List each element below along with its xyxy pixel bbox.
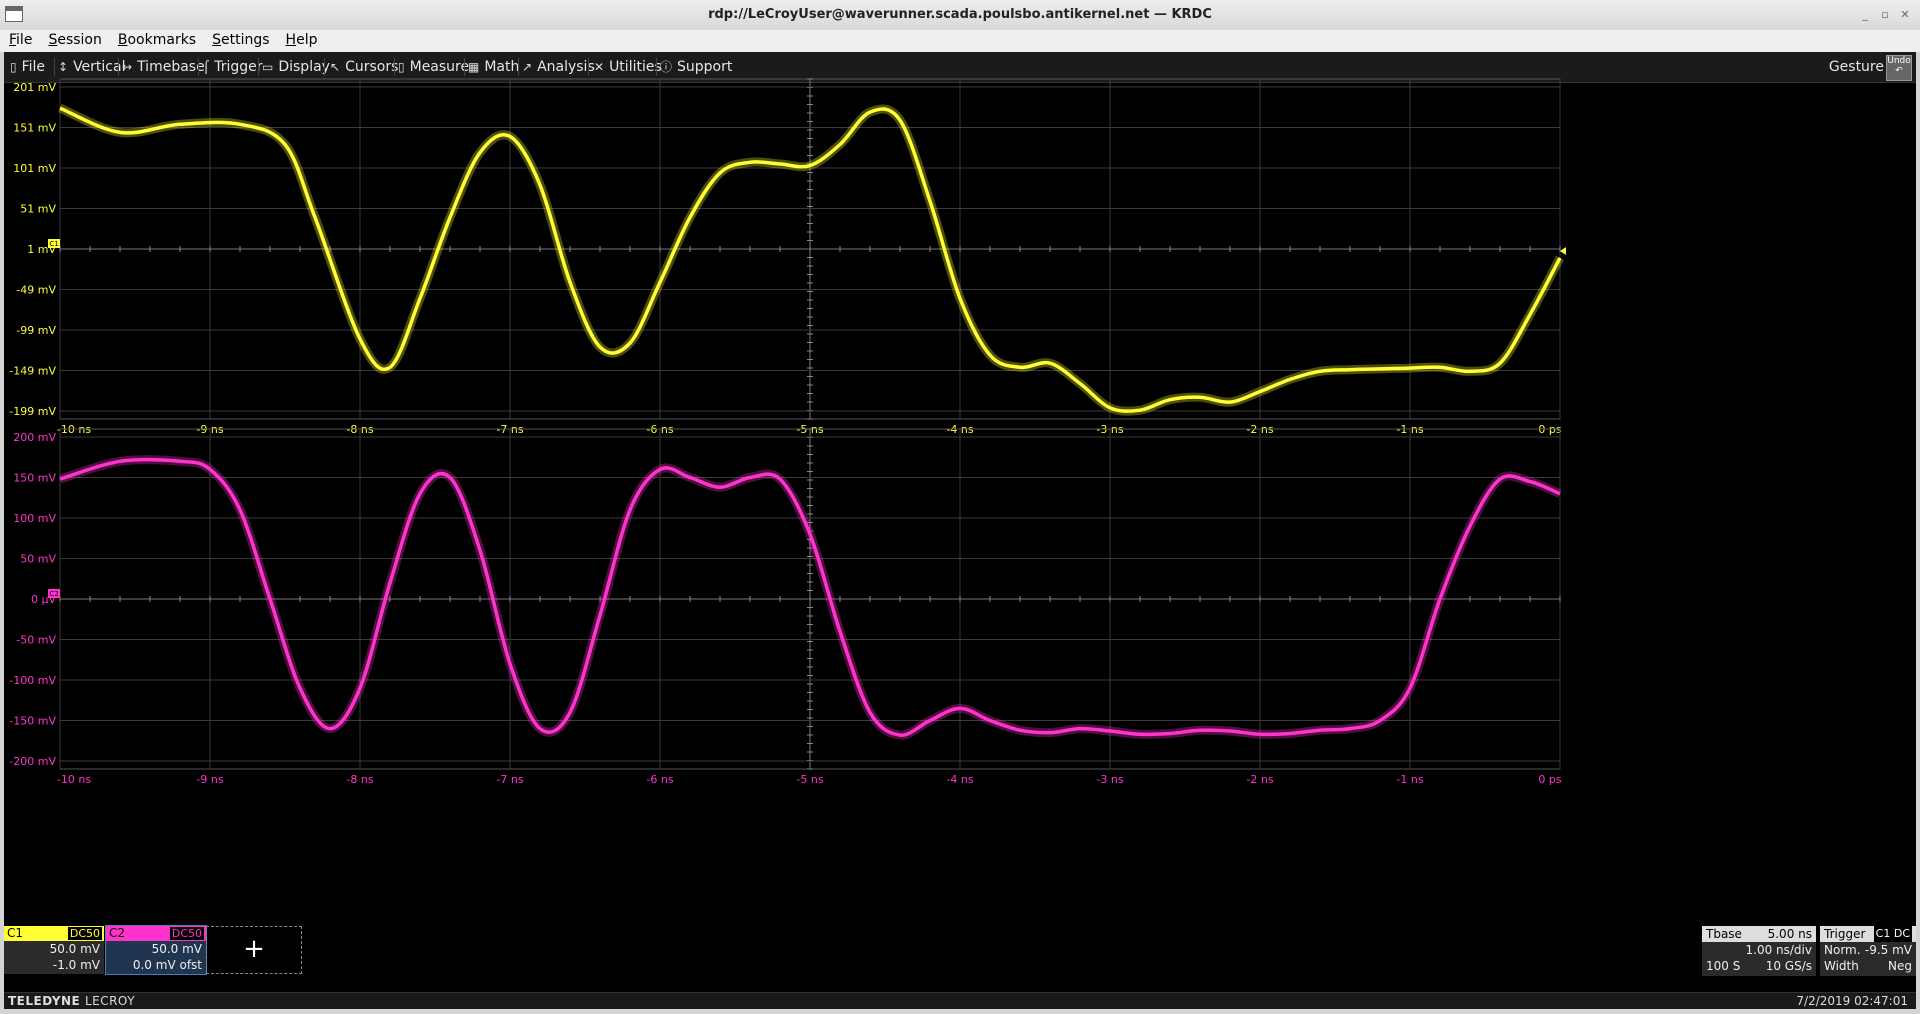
y-tick-label: -100 mV xyxy=(9,674,56,687)
trace-c1 xyxy=(58,103,1566,416)
x-tick-label: 0 ps xyxy=(1538,773,1561,786)
y-tick-label: 150 mV xyxy=(13,472,56,485)
y-tick-label: 201 mV xyxy=(13,81,56,94)
menubar: File Session Bookmarks Settings Help xyxy=(0,30,1920,52)
timebase-label: Tbase xyxy=(1706,927,1742,941)
menu-session[interactable]: Session xyxy=(39,30,108,48)
trigger-level: -9.5 mV xyxy=(1864,943,1912,957)
y-tick-label: -200 mV xyxy=(9,755,56,768)
add-channel-button[interactable]: + xyxy=(206,926,302,974)
y-tick-label: 51 mV xyxy=(20,203,56,216)
trigger-descriptor[interactable]: Trigger C1 DC Norm. -9.5 mV Width Neg xyxy=(1820,926,1916,976)
c1-name: C1 xyxy=(7,926,24,940)
y-tick-label: -49 mV xyxy=(16,284,56,297)
window-titlebar: rdp://LeCroyUser@waverunner.scada.poulsb… xyxy=(0,0,1920,31)
y-tick-label: -50 mV xyxy=(16,634,56,647)
x-tick-label: -9 ns xyxy=(196,773,223,786)
c1-offset: -1.0 mV xyxy=(52,958,100,972)
x-tick-label: -5 ns xyxy=(796,773,823,786)
y-tick-label: 151 mV xyxy=(13,122,56,135)
menu-file[interactable]: File xyxy=(0,30,39,48)
y-tick-label: 200 mV xyxy=(13,431,56,444)
y-tick-label: 50 mV xyxy=(20,553,56,566)
y-tick-label: -199 mV xyxy=(9,405,56,418)
x-tick-label: -1 ns xyxy=(1396,773,1423,786)
c2-coupling: DC50 xyxy=(169,927,204,940)
trigger-level-marker[interactable] xyxy=(1560,247,1566,255)
status-datetime: 7/2/2019 02:47:01 xyxy=(1796,994,1908,1008)
window-title: rdp://LeCroyUser@waverunner.scada.poulsb… xyxy=(708,7,1212,22)
y-tick-label: -150 mV xyxy=(9,715,56,728)
c1-scale: 50.0 mV xyxy=(49,942,100,956)
c2-offset: 0.0 mV ofst xyxy=(132,958,202,972)
menu-bookmarks[interactable]: Bookmarks xyxy=(109,30,203,48)
menu-help[interactable]: Help xyxy=(277,30,325,48)
grid-c2[interactable] xyxy=(59,428,1561,770)
oscilloscope-screen: ▯ File ↕ Vertical ↔ Timebase ⌠ Trigger ▭ Disp… xyxy=(4,52,1916,1009)
trigger-label: Trigger xyxy=(1824,927,1866,941)
channel-c2-descriptor[interactable]: C2 DC50 50.0 mV 0.0 mV ofst xyxy=(105,925,207,975)
c1-coupling: DC50 xyxy=(67,927,102,940)
trigger-type: Width xyxy=(1824,959,1859,973)
timebase-descriptor[interactable]: Tbase 5.00 ns 1.00 ns/div 100 S 10 GS/s xyxy=(1702,926,1816,976)
y-tick-label: -99 mV xyxy=(16,324,56,337)
x-tick-label: -8 ns xyxy=(346,773,373,786)
close-icon[interactable]: ✕ xyxy=(1898,8,1912,22)
channel-ground-marker-label: C2 xyxy=(49,590,58,598)
channel-c1-descriptor[interactable]: C1 DC50 50.0 mV -1.0 mV xyxy=(4,926,104,974)
y-tick-label: 101 mV xyxy=(13,162,56,175)
brand-logo: TELEDYNE LECROY xyxy=(8,994,136,1008)
x-tick-label: -2 ns xyxy=(1246,773,1273,786)
x-tick-label: -6 ns xyxy=(646,773,673,786)
trigger-slope: Neg xyxy=(1888,959,1912,973)
waveform-grids: 201 mV151 mV101 mV51 mV1 mV-49 mV-99 mV-… xyxy=(9,78,1566,786)
channel-descriptors: C1 DC50 50.0 mV -1.0 mV C2 DC50 50.0 mV 0.… xyxy=(4,922,1916,992)
timebase-samples: 100 S xyxy=(1706,959,1741,973)
x-tick-label: -3 ns xyxy=(1096,773,1123,786)
minimize-icon[interactable]: _ xyxy=(1858,8,1872,22)
timebase-rate: 10 GS/s xyxy=(1765,959,1812,973)
maximize-icon[interactable]: ▫ xyxy=(1878,8,1892,22)
status-bar: TELEDYNE LECROY 7/2/2019 02:47:01 xyxy=(4,992,1916,1009)
trigger-mode: Norm. xyxy=(1824,943,1861,957)
x-tick-label: -4 ns xyxy=(946,773,973,786)
trigger-coupling: DC xyxy=(1893,927,1910,940)
x-tick-label: -10 ns xyxy=(57,773,91,786)
menu-settings[interactable]: Settings xyxy=(203,30,276,48)
timebase-value: 5.00 ns xyxy=(1767,927,1812,941)
timebase-per-div: 1.00 ns/div xyxy=(1745,943,1813,957)
axis-labels-c1: 201 mV151 mV101 mV51 mV1 mV-49 mV-99 mV-… xyxy=(9,81,1562,436)
c2-scale: 50.0 mV xyxy=(151,942,202,956)
y-tick-label: -149 mV xyxy=(9,365,56,378)
c2-name: C2 xyxy=(109,926,126,940)
trigger-source: C1 xyxy=(1875,927,1891,940)
x-tick-label: -7 ns xyxy=(496,773,523,786)
y-tick-label: 100 mV xyxy=(13,512,56,525)
channel-ground-marker-label: C1 xyxy=(49,240,58,248)
